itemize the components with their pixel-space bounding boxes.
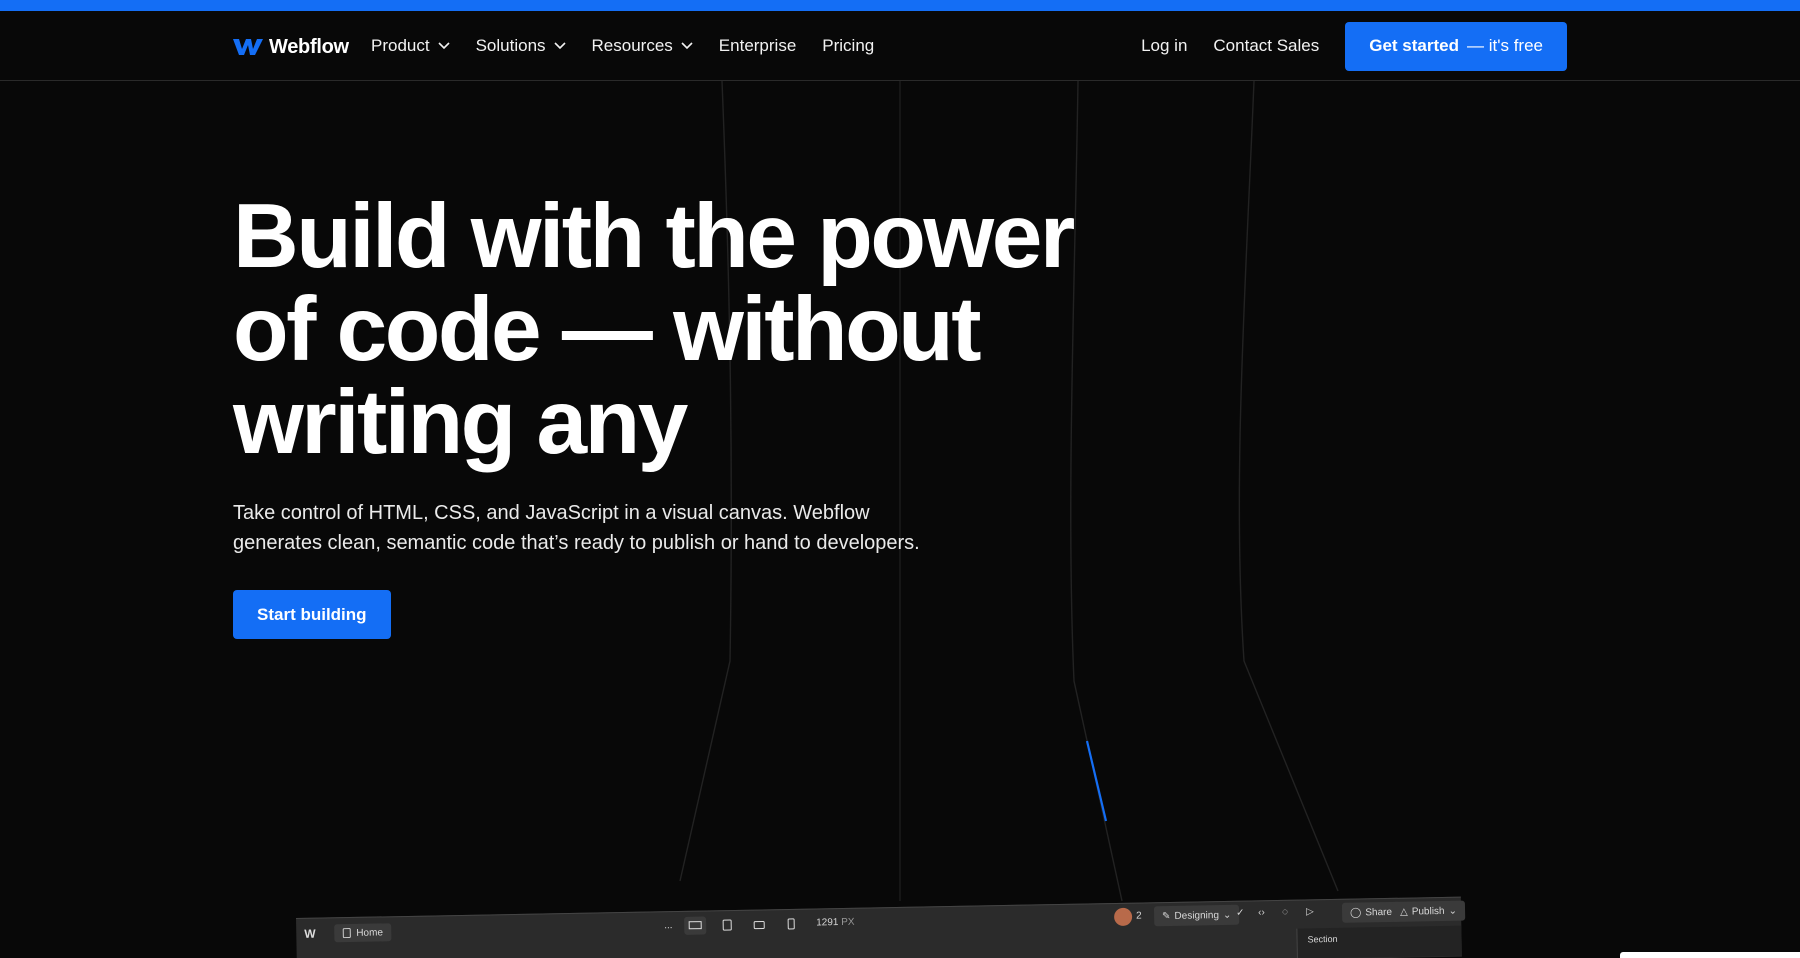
get-started-button[interactable]: Get started — it's free [1345,21,1567,71]
play-icon[interactable]: ▷ [1306,906,1320,920]
free-label: — it's free [1467,36,1543,55]
comment-icon[interactable]: ◌ [1282,907,1296,921]
nav-item-label: Product [371,36,430,55]
nav-item-label: Solutions [475,36,546,55]
check-icon[interactable]: ✓ [1236,908,1250,922]
pen-icon: ✎ [1162,910,1171,922]
contact-sales-link[interactable]: Contact Sales [1213,36,1319,56]
mobile-icon[interactable] [780,915,802,933]
mobile-landscape-icon[interactable] [748,915,770,933]
publish-label: Publish [1411,905,1445,918]
chevron-down-icon: ⌄ [1222,909,1232,921]
get-started-label: Get started [1369,36,1459,55]
corner-overlay [1620,952,1800,958]
more-icon[interactable]: ... [664,920,673,931]
webflow-logo-icon [233,39,263,55]
hero-title: Build with the power of code — without w… [233,190,1133,469]
panel-label[interactable]: Section [1307,934,1337,945]
login-link[interactable]: Log in [1141,36,1187,56]
brand-name: Webflow [269,35,349,58]
nav-item-label: Enterprise [718,36,797,55]
nav-item-label: Resources [591,36,673,55]
desktop-icon[interactable] [684,916,707,935]
page-name: Home [356,926,384,939]
chevron-down-icon [553,42,566,50]
nav-item-product[interactable]: Product [371,36,450,56]
page-selector[interactable]: Home [334,923,392,943]
chevron-down-icon [681,42,693,50]
canvas-width-value: 1291 [816,917,839,929]
navbar: Webflow Product Solutions Resources Ente… [0,11,1800,81]
chevron-down-icon: ⌄ [1448,905,1458,917]
hero-subtitle-line: generates clean, semantic code that’s re… [233,532,920,554]
chevron-down-icon [438,42,450,50]
canvas-width-unit: PX [841,916,855,929]
hero-title-line: Build with the power [233,186,1075,287]
tablet-icon[interactable] [716,916,738,934]
collaborator-count: 2 [1136,910,1142,922]
nav-item-enterprise[interactable]: Enterprise [719,36,796,56]
brand-logo[interactable]: Webflow [233,35,349,59]
publish-button[interactable]: △ Publish ⌄ [1391,900,1466,922]
mode-label: Designing [1174,909,1220,922]
nav-item-label: Pricing [822,36,875,55]
navigator-panel: Section [1296,925,1462,958]
share-label: Share [1365,906,1393,918]
share-icon: ◯ [1349,906,1362,919]
avatar[interactable] [1113,907,1133,927]
webflow-logo-icon: W [304,926,316,941]
publish-icon: △ [1399,906,1408,918]
nav-item-resources[interactable]: Resources [592,36,693,56]
top-accent-bar [0,0,1800,11]
start-building-button[interactable]: Start building [233,590,391,639]
primary-nav: Product Solutions Resources Enterprise P… [371,11,874,81]
canvas-width-readout: 1291 PX [816,917,855,929]
secondary-nav: Log in Contact Sales Get started — it's … [1141,11,1567,81]
code-icon[interactable]: ‹› [1258,907,1272,921]
hero-title-line: of code — without [233,279,982,380]
nav-item-solutions[interactable]: Solutions [476,36,566,56]
hero-subtitle-line: Take control of HTML, CSS, and JavaScrip… [233,502,870,524]
mode-selector[interactable]: ✎ Designing ⌄ [1153,904,1240,927]
hero-subtitle: Take control of HTML, CSS, and JavaScrip… [233,498,993,558]
nav-item-pricing[interactable]: Pricing [822,36,874,56]
hero-title-line: writing any [233,372,688,473]
designer-preview: W Home ... 1291 PX 2 ✎ Designing ⌄ ✓ ‹› … [296,896,1466,958]
page-icon [342,928,351,939]
